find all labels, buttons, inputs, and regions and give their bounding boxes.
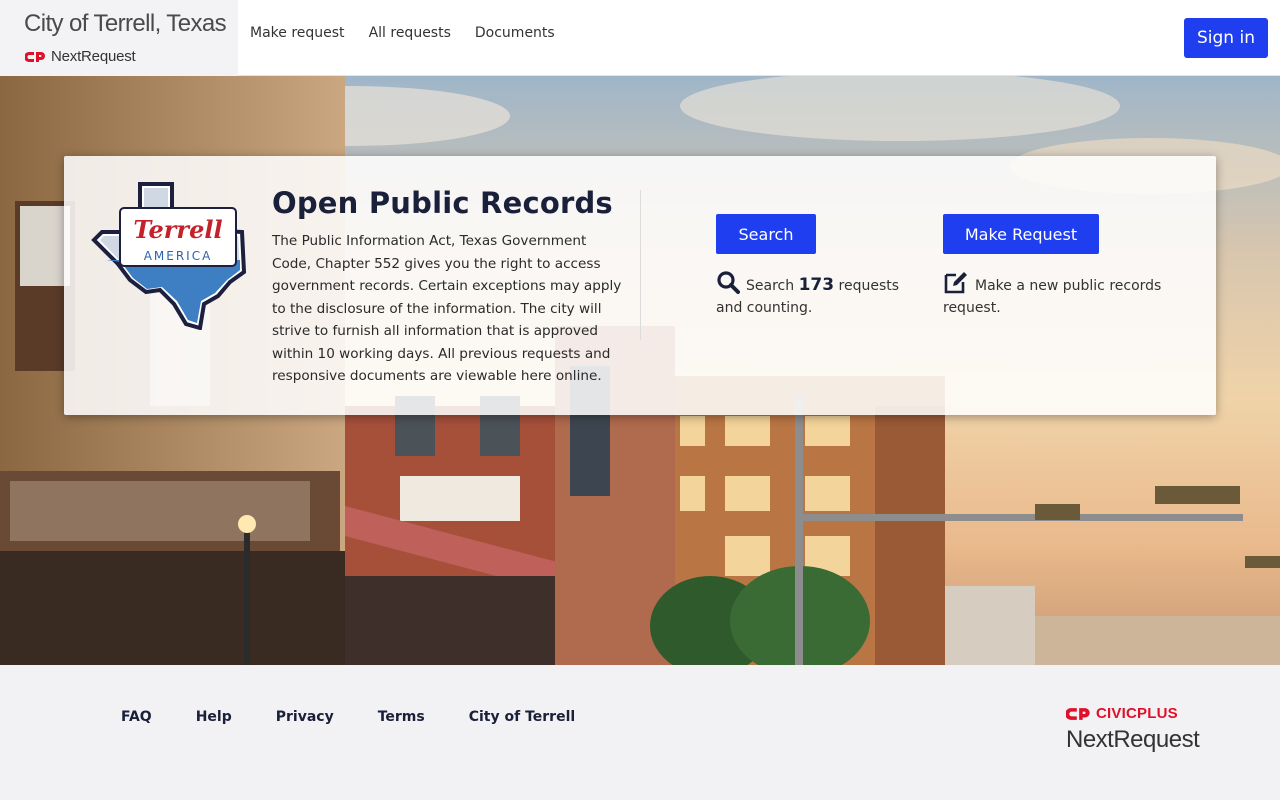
- search-info-pre: Search: [746, 278, 795, 294]
- intro-text: The Public Information Act, Texas Govern…: [272, 233, 622, 384]
- logo-subtext: AMERICA: [144, 249, 213, 263]
- logo-text: Terrell: [133, 215, 222, 244]
- footer-link-faq[interactable]: FAQ: [121, 709, 152, 725]
- civicplus-logo-icon: [1066, 707, 1090, 720]
- footer-links: FAQ Help Privacy Terms City of Terrell: [121, 709, 619, 725]
- civicplus-product: NextRequest: [1066, 726, 1200, 753]
- nav-make-request[interactable]: Make request: [250, 25, 345, 41]
- footer-link-help[interactable]: Help: [196, 709, 232, 725]
- search-info: Search 173 requests and counting.: [716, 270, 916, 319]
- search-icon: [717, 271, 740, 294]
- request-count: 173: [798, 275, 835, 295]
- make-request-info-text: Make a new public records request.: [943, 278, 1162, 316]
- make-request-info: Make a new public records request.: [943, 270, 1183, 319]
- sign-in-button[interactable]: Sign in: [1184, 18, 1268, 58]
- civicplus-row: CIVICPLUS: [1066, 705, 1199, 722]
- footer: FAQ Help Privacy Terms City of Terrell C…: [0, 665, 1280, 800]
- records-card: Terrell AMERICA Open Public Records The …: [64, 156, 1216, 415]
- footer-link-terms[interactable]: Terms: [378, 709, 425, 725]
- footer-link-privacy[interactable]: Privacy: [276, 709, 334, 725]
- civicplus-name: CIVICPLUS: [1096, 705, 1178, 722]
- nav-all-requests[interactable]: All requests: [369, 25, 451, 41]
- main-nav: Make request All requests Documents: [250, 25, 579, 41]
- footer-link-city[interactable]: City of Terrell: [469, 709, 575, 725]
- brand-sub-label: NextRequest: [51, 48, 136, 65]
- nav-documents[interactable]: Documents: [475, 25, 555, 41]
- edit-icon: [944, 272, 967, 294]
- brand[interactable]: City of Terrell, Texas NextRequest: [0, 0, 238, 76]
- top-header: City of Terrell, Texas NextRequest Make …: [0, 0, 1280, 76]
- brand-sub: NextRequest: [25, 48, 136, 65]
- page-title: Open Public Records: [272, 186, 613, 220]
- civicplus-logo-icon: [25, 51, 45, 62]
- card-divider: [640, 190, 641, 340]
- terrell-texas-logo-icon: Terrell AMERICA: [90, 180, 250, 334]
- search-button[interactable]: Search: [716, 214, 816, 254]
- make-request-button[interactable]: Make Request: [943, 214, 1099, 254]
- brand-title[interactable]: City of Terrell, Texas: [24, 10, 227, 38]
- civicplus-brand: CIVICPLUS NextRequest: [1066, 705, 1200, 754]
